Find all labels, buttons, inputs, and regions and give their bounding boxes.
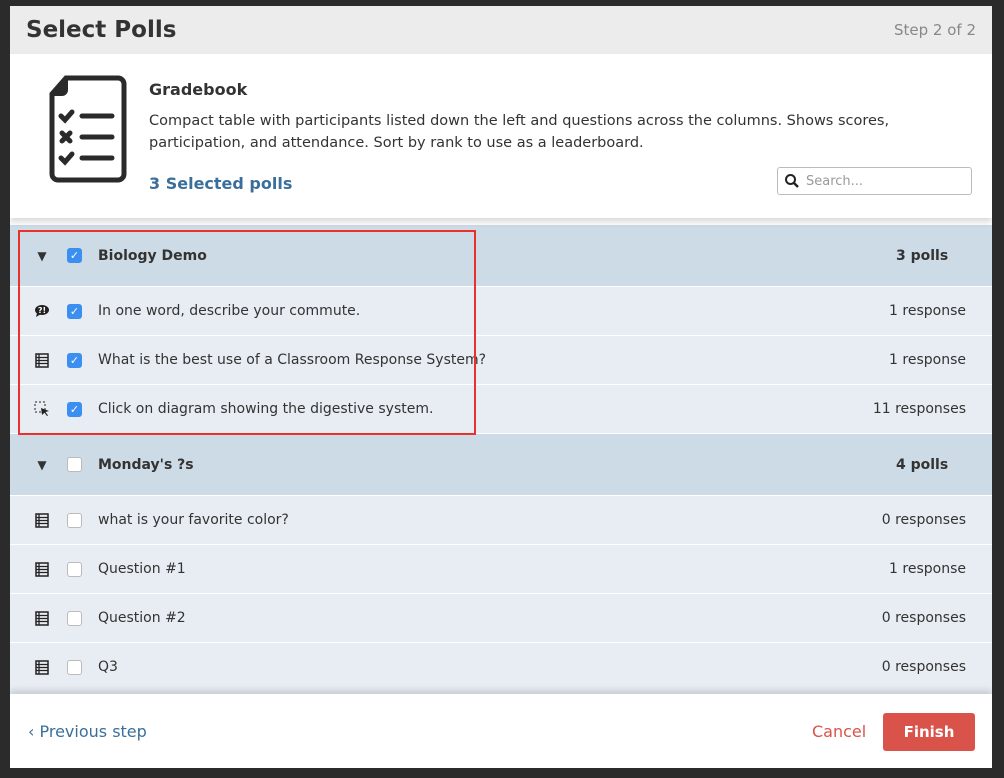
svg-text:?!: ?! <box>38 306 46 315</box>
group-name: Monday's ?s <box>98 456 194 473</box>
response-count: 1 response <box>889 352 966 368</box>
click-region-icon <box>31 401 53 417</box>
select-polls-modal: Select Polls Step 2 of 2 Gradebook Compa… <box>10 6 992 768</box>
poll-row[interactable]: Q3 0 responses <box>10 642 992 691</box>
list-icon <box>31 352 53 368</box>
modal-header: Select Polls Step 2 of 2 <box>10 6 992 54</box>
response-count: 0 responses <box>881 512 966 528</box>
poll-group-header[interactable]: ▼ ✓ Biology Demo 3 polls <box>10 224 992 286</box>
previous-step-link[interactable]: ‹ Previous step <box>28 722 147 741</box>
poll-question: Question #2 <box>98 610 186 626</box>
response-count: 0 responses <box>881 659 966 675</box>
report-title: Gradebook <box>149 80 248 99</box>
poll-group-header[interactable]: ▼ Monday's ?s 4 polls <box>10 433 992 495</box>
group-checkbox[interactable]: ✓ <box>67 248 82 263</box>
chevron-left-icon: ‹ <box>28 722 40 741</box>
poll-question: What is the best use of a Classroom Resp… <box>98 352 487 368</box>
poll-row[interactable]: ✓ What is the best use of a Classroom Res… <box>10 335 992 384</box>
poll-checkbox[interactable] <box>67 659 82 675</box>
speech-bubble-icon: ?! <box>31 304 53 318</box>
search-icon <box>785 174 799 188</box>
group-count: 3 polls <box>896 247 949 264</box>
finish-button[interactable]: Finish <box>883 713 975 751</box>
poll-checkbox[interactable] <box>67 610 82 626</box>
selected-polls-link[interactable]: 3 Selected polls <box>149 174 292 193</box>
response-count: 1 response <box>889 303 966 319</box>
list-icon <box>31 512 53 528</box>
poll-checkbox[interactable]: ✓ <box>67 352 82 368</box>
modal-footer: ‹ Previous step Cancel Finish <box>10 694 992 768</box>
cancel-button[interactable]: Cancel <box>812 722 866 741</box>
group-checkbox[interactable] <box>67 457 82 472</box>
poll-question: Question #1 <box>98 561 186 577</box>
poll-checkbox[interactable] <box>67 512 82 528</box>
report-description: Compact table with participants listed d… <box>149 113 890 151</box>
poll-row[interactable]: ?! ✓ In one word, describe your commute. 1 … <box>10 286 992 335</box>
page-title: Select Polls <box>26 17 177 43</box>
search-placeholder: Search... <box>806 173 864 189</box>
poll-checkbox[interactable]: ✓ <box>67 303 82 319</box>
poll-question: In one word, describe your commute. <box>98 303 361 319</box>
list-icon <box>31 659 53 675</box>
gradebook-document-icon <box>49 75 127 183</box>
poll-row[interactable]: Question #2 0 responses <box>10 593 992 642</box>
poll-row[interactable]: ✓ Click on diagram showing the digestive … <box>10 384 992 433</box>
poll-question: Click on diagram showing the digestive s… <box>98 401 434 417</box>
list-icon <box>31 561 53 577</box>
poll-checkbox[interactable]: ✓ <box>67 401 82 417</box>
poll-row[interactable]: Question #1 1 response <box>10 544 992 593</box>
poll-list: ▼ ✓ Biology Demo 3 polls?! ✓ In one word, des… <box>10 224 992 694</box>
caret-down-icon[interactable]: ▼ <box>31 458 53 472</box>
list-icon <box>31 610 53 626</box>
caret-down-icon[interactable]: ▼ <box>31 249 53 263</box>
search-input[interactable]: Search... <box>777 167 972 195</box>
group-name: Biology Demo <box>98 247 207 264</box>
poll-question: what is your favorite color? <box>98 512 289 528</box>
response-count: 0 responses <box>881 610 966 626</box>
poll-row[interactable]: what is your favorite color? 0 responses <box>10 495 992 544</box>
previous-step-label: Previous step <box>39 722 147 741</box>
response-count: 11 responses <box>872 401 966 417</box>
poll-checkbox[interactable] <box>67 561 82 577</box>
group-count: 4 polls <box>896 456 949 473</box>
poll-question: Q3 <box>98 659 118 675</box>
response-count: 1 response <box>889 561 966 577</box>
step-indicator: Step 2 of 2 <box>893 21 976 39</box>
